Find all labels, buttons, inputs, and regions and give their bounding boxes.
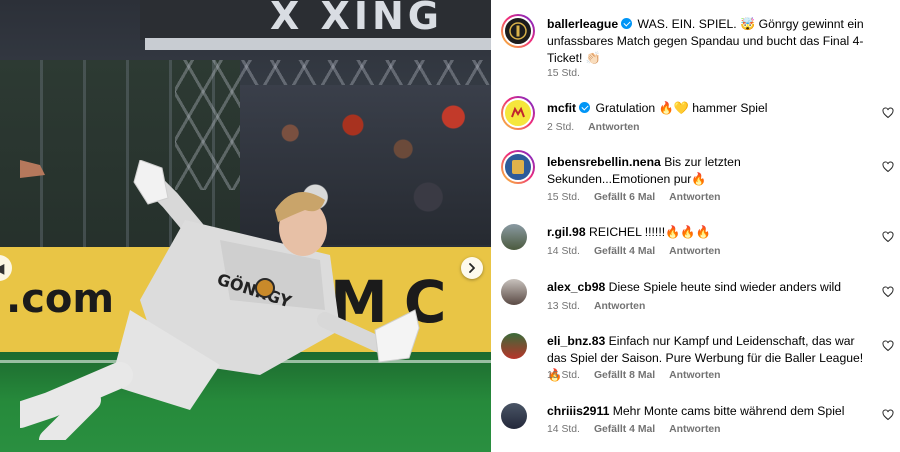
comment-row: mcfit Gratulation 🔥💛 hammer Spiel 2 Std.… <box>501 96 896 140</box>
comment-row: r.gil.98 REICHEL !!!!!!🔥🔥🔥 14 Std. Gefäll… <box>501 224 896 264</box>
reply-button[interactable]: Antworten <box>669 424 720 435</box>
comment-meta: 14 Std. Gefällt 4 Mal Antworten <box>547 246 735 257</box>
avatar[interactable] <box>501 150 535 184</box>
comment-text: Mehr Monte cams bitte während dem Spiel <box>612 404 845 418</box>
heart-icon[interactable] <box>882 231 894 243</box>
likes-count[interactable]: Gefällt 4 Mal <box>594 246 655 257</box>
username[interactable]: lebensrebellin.nena <box>547 155 661 169</box>
comment-time: 15 Std. <box>547 192 580 203</box>
comment-text: Diese Spiele heute sind wieder anders wi… <box>608 280 842 294</box>
comment-text: REICHEL !!!!!!🔥🔥🔥 <box>589 225 711 239</box>
avatar[interactable] <box>501 403 527 429</box>
ballerleague-logo-icon <box>509 22 527 40</box>
username[interactable]: chriiis2911 <box>547 404 609 418</box>
verified-badge-icon <box>579 102 591 113</box>
username[interactable]: ballerleague <box>547 17 618 31</box>
username[interactable]: mcfit <box>547 101 576 115</box>
heart-icon[interactable] <box>882 409 894 421</box>
reply-button[interactable]: Antworten <box>594 301 645 312</box>
heart-icon[interactable] <box>882 286 894 298</box>
post-photo[interactable]: X XING .com M C GÖNRGY ◀ <box>0 0 491 452</box>
mcfit-logo-icon <box>511 106 525 118</box>
likes-count[interactable]: Gefällt 4 Mal <box>594 424 655 435</box>
comments-panel[interactable]: ballerleague WAS. EIN. SPIEL. 🤯 Gönrgy g… <box>491 0 900 452</box>
heart-icon[interactable] <box>882 340 894 352</box>
roof-sponsor-text: X XING <box>270 0 443 38</box>
comment-meta: 14 Std. Gefällt 4 Mal Antworten <box>547 424 735 435</box>
username[interactable]: r.gil.98 <box>547 225 586 239</box>
comment-meta: 13 Std. Antworten <box>547 301 659 312</box>
comment-row: eli_bnz.83 Einfach nur Kampf und Leidens… <box>501 333 896 389</box>
avatar[interactable] <box>501 279 527 305</box>
comment-time: 2 Std. <box>547 122 575 133</box>
comment-meta: 15 Std. Gefällt 6 Mal Antworten <box>547 192 735 203</box>
reply-button[interactable]: Antworten <box>669 370 720 381</box>
likes-count[interactable]: Gefällt 6 Mal <box>594 192 655 203</box>
comment-time: 14 Std. <box>547 246 580 257</box>
heart-icon[interactable] <box>882 107 894 119</box>
avatar[interactable] <box>501 333 527 359</box>
username[interactable]: alex_cb98 <box>547 280 605 294</box>
roof-beam <box>145 38 491 50</box>
comment-meta: 15 Std. Gefällt 8 Mal Antworten <box>547 370 735 381</box>
likes-count[interactable]: Gefällt 8 Mal <box>594 370 655 381</box>
next-slide-button[interactable] <box>461 257 483 279</box>
comment-time: 14 Std. <box>547 424 580 435</box>
reply-button[interactable]: Antworten <box>669 192 720 203</box>
username[interactable]: eli_bnz.83 <box>547 334 605 348</box>
comment-time: 13 Std. <box>547 301 580 312</box>
chevron-right-icon <box>469 263 475 273</box>
reply-button[interactable]: Antworten <box>669 246 720 257</box>
verified-badge-icon <box>621 18 633 29</box>
avatar[interactable] <box>501 96 535 130</box>
heart-icon[interactable] <box>882 161 894 173</box>
avatar[interactable] <box>501 224 527 250</box>
comment-meta: 2 Std. Antworten <box>547 122 654 133</box>
comment-row: alex_cb98 Diese Spiele heute sind wieder… <box>501 279 896 319</box>
comment-row: chriiis2911 Mehr Monte cams bitte währen… <box>501 403 896 443</box>
goalkeeper-illustration: GÖNRGY <box>20 160 420 440</box>
avatar[interactable] <box>501 14 535 48</box>
post-caption: ballerleague WAS. EIN. SPIEL. 🤯 Gönrgy g… <box>501 14 896 84</box>
comment-time: 15 Std. <box>547 370 580 381</box>
post-meta: 15 Std. <box>547 68 594 79</box>
comment-row: lebensrebellin.nena Bis zur letzten Seku… <box>501 150 896 208</box>
comment-text: Gratulation 🔥💛 hammer Spiel <box>595 101 768 115</box>
post-time: 15 Std. <box>547 68 580 79</box>
reply-button[interactable]: Antworten <box>588 122 639 133</box>
